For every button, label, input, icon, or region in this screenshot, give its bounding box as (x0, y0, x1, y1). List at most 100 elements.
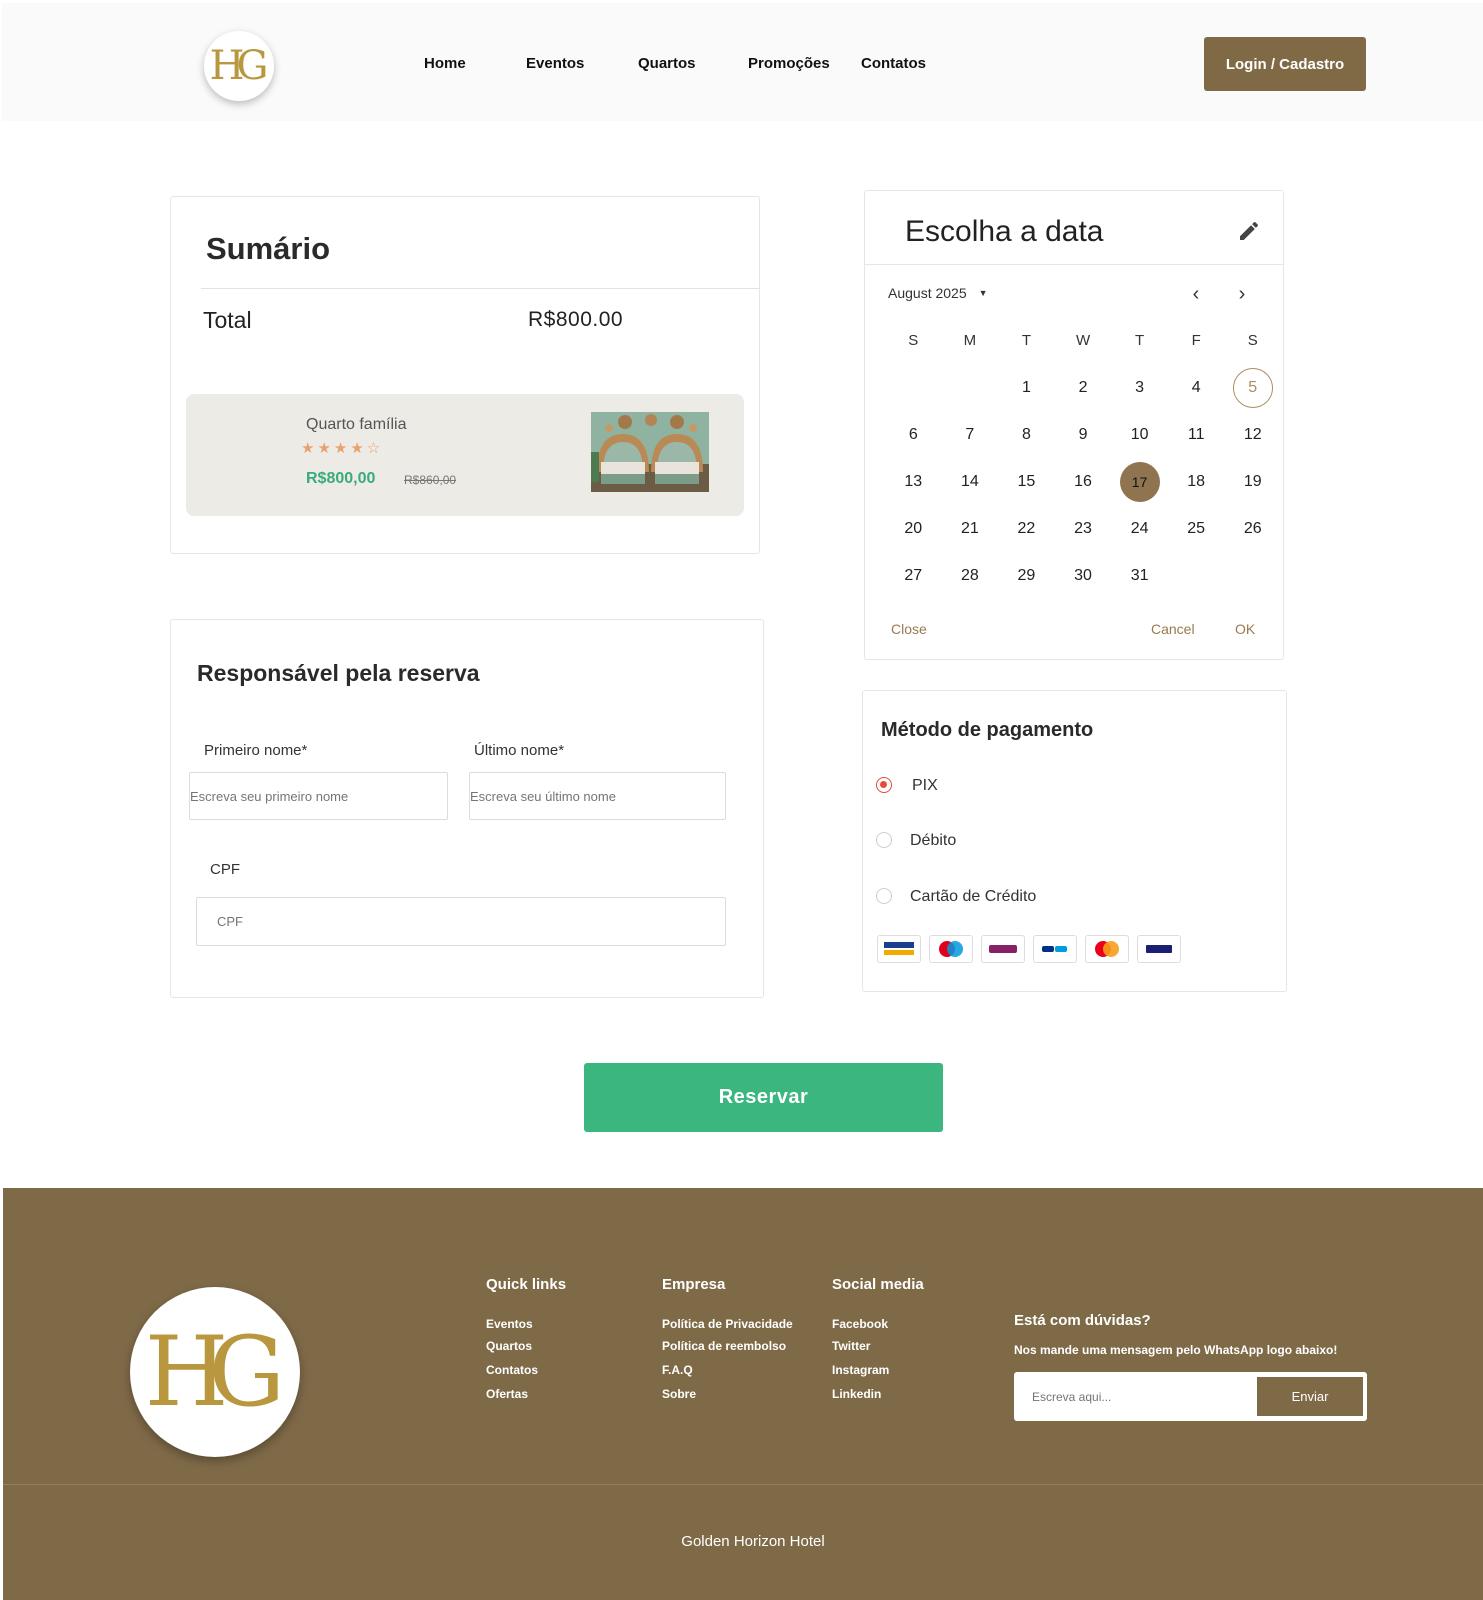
close-button[interactable]: Close (891, 621, 927, 637)
calendar-week: 13 14 15 16 17 18 19 (885, 458, 1281, 505)
calendar-day[interactable]: 2 (1055, 364, 1112, 411)
footer-link-linkedin[interactable]: Linkedin (832, 1387, 881, 1401)
radio-credito[interactable] (876, 888, 892, 904)
day-number: 11 (1187, 425, 1205, 443)
calendar-day[interactable]: 25 (1168, 505, 1225, 552)
radio-pix[interactable] (876, 777, 892, 793)
chevron-right-icon[interactable]: › (1231, 283, 1253, 305)
calendar-day[interactable]: 11 (1168, 411, 1225, 458)
footer-link-ofertas[interactable]: Ofertas (486, 1387, 528, 1401)
nav-quartos[interactable]: Quartos (638, 55, 696, 72)
calendar-day[interactable]: 10 (1111, 411, 1168, 458)
rating-stars: ★★★★☆ (301, 440, 384, 457)
nav-contatos[interactable]: Contatos (861, 55, 926, 72)
day-number: 6 (908, 425, 918, 443)
room-price: R$800,00 (306, 470, 376, 487)
footer-link-eventos[interactable]: Eventos (486, 1317, 533, 1331)
calendar-days: 1 2 3 4 5 6 7 8 9 10 11 12 13 14 15 16 17 18 19 20 21 22 23 24 2… (885, 364, 1281, 599)
option-pix-label[interactable]: PIX (912, 777, 938, 795)
calendar-day[interactable]: 23 (1055, 505, 1112, 552)
calendar-day[interactable]: 12 (1224, 411, 1281, 458)
faq-title: Está com dúvidas? (1014, 1312, 1151, 1329)
footer-logo[interactable]: HG (130, 1287, 300, 1457)
footer-link-contatos[interactable]: Contatos (486, 1363, 538, 1377)
calendar-day[interactable]: 7 (942, 411, 999, 458)
message-input[interactable] (1014, 1372, 1252, 1421)
divider (865, 264, 1283, 265)
calendar-day[interactable]: 26 (1224, 505, 1281, 552)
calendar-day[interactable]: 30 (1055, 552, 1112, 599)
nav-promocoes[interactable]: Promoções (748, 55, 830, 72)
room-item[interactable]: Quarto família ★★★★☆ R$800,00 R$860,00 (186, 394, 744, 516)
empty-day-cell (942, 364, 999, 411)
option-credito-label[interactable]: Cartão de Crédito (910, 888, 1036, 906)
weekday-label: S (1247, 332, 1258, 349)
calendar-day[interactable]: 22 (998, 505, 1055, 552)
summary-card: Sumário Total R$800.00 Quarto família ★★… (170, 196, 760, 554)
footer-link-privacidade[interactable]: Política de Privacidade (662, 1317, 793, 1331)
footer-link-facebook[interactable]: Facebook (832, 1317, 888, 1331)
calendar-day[interactable]: 29 (998, 552, 1055, 599)
calendar-day[interactable]: 31 (1111, 552, 1168, 599)
calendar-day[interactable]: 9 (1055, 411, 1112, 458)
calendar-day[interactable]: 17 (1111, 458, 1168, 505)
day-number: 1 (1021, 378, 1031, 396)
last-name-input[interactable] (469, 772, 726, 820)
day-number: 4 (1191, 378, 1201, 396)
paypal-logo-icon (1033, 935, 1077, 963)
hotel-logo[interactable]: HG (204, 31, 274, 101)
radio-debito[interactable] (876, 832, 892, 848)
footer-link-instagram[interactable]: Instagram (832, 1363, 889, 1377)
calendar-day[interactable]: 5 (1224, 364, 1281, 411)
day-number: 12 (1243, 425, 1262, 443)
footer-link-sobre[interactable]: Sobre (662, 1387, 696, 1401)
calendar-day[interactable]: 13 (885, 458, 942, 505)
calendar-day[interactable]: 15 (998, 458, 1055, 505)
reserve-button[interactable]: Reservar (584, 1063, 943, 1132)
calendar-day[interactable]: 6 (885, 411, 942, 458)
footer-link-twitter[interactable]: Twitter (832, 1339, 870, 1353)
calendar-day[interactable]: 1 (998, 364, 1055, 411)
calendar-day[interactable]: 27 (885, 552, 942, 599)
calendar-day[interactable]: 18 (1168, 458, 1225, 505)
day-number: 24 (1130, 519, 1149, 537)
calendar-day[interactable]: 19 (1224, 458, 1281, 505)
option-debito-label[interactable]: Débito (910, 832, 956, 850)
calendar-day[interactable]: 20 (885, 505, 942, 552)
send-button[interactable]: Enviar (1257, 1377, 1363, 1416)
day-number: 29 (1017, 566, 1036, 584)
logo-monogram: HG (209, 43, 269, 89)
calendar-day[interactable]: 16 (1055, 458, 1112, 505)
pencil-icon[interactable] (1237, 219, 1261, 243)
maestro-logo-icon (929, 935, 973, 963)
day-number: 10 (1130, 425, 1149, 443)
cancel-button[interactable]: Cancel (1151, 621, 1195, 637)
nav-eventos[interactable]: Eventos (526, 55, 584, 72)
day-number: 5 (1232, 367, 1273, 408)
footer-link-reembolso[interactable]: Política de reembolso (662, 1339, 786, 1353)
chevron-left-icon[interactable]: ‹ (1185, 283, 1207, 305)
calendar-day[interactable]: 8 (998, 411, 1055, 458)
ok-button[interactable]: OK (1235, 621, 1255, 637)
calendar-day[interactable]: 28 (942, 552, 999, 599)
footer-link-quartos[interactable]: Quartos (486, 1339, 532, 1353)
first-name-input[interactable] (189, 772, 448, 820)
empty-day-cell (1168, 552, 1225, 599)
cpf-input[interactable] (196, 897, 726, 946)
calendar-day[interactable]: 21 (942, 505, 999, 552)
month-year-selector[interactable]: August 2025 ▼ (888, 285, 988, 301)
footer-link-faq[interactable]: F.A.Q (662, 1363, 693, 1377)
day-number: 15 (1017, 472, 1036, 490)
day-number: 22 (1017, 519, 1036, 537)
weekday-header: S M T W T F S (885, 317, 1281, 364)
room-old-price: R$860,00 (404, 473, 457, 487)
skrill-logo-icon (981, 935, 1025, 963)
calendar-day[interactable]: 3 (1111, 364, 1168, 411)
login-button[interactable]: Login / Cadastro (1204, 37, 1366, 91)
calendar-day[interactable]: 4 (1168, 364, 1225, 411)
calendar-day[interactable]: 14 (942, 458, 999, 505)
nav-home[interactable]: Home (424, 55, 466, 72)
calendar-day[interactable]: 24 (1111, 505, 1168, 552)
room-name: Quarto família (306, 416, 407, 433)
day-number: 3 (1135, 378, 1145, 396)
